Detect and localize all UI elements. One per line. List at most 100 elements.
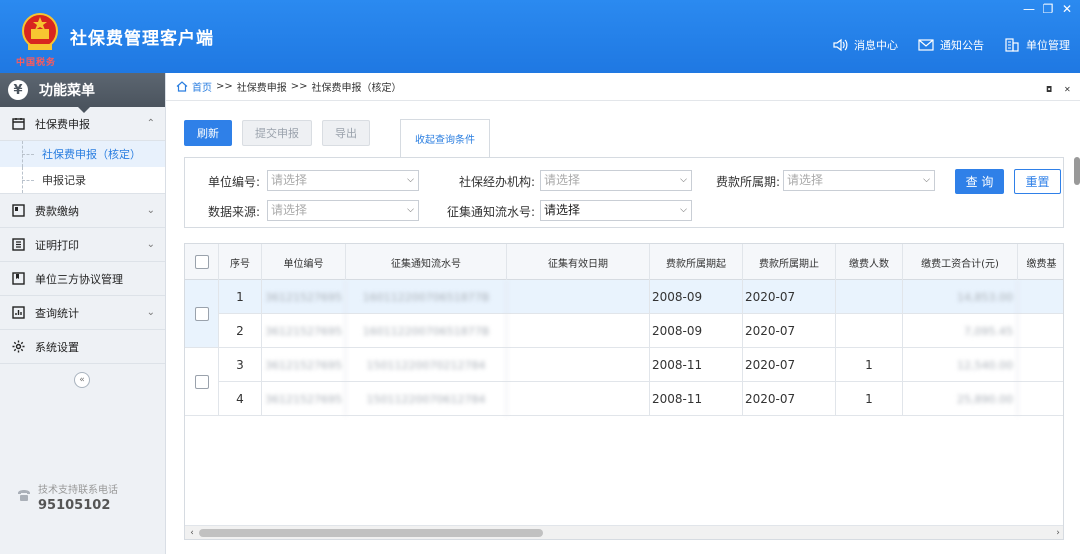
sidebar-item-declaration[interactable]: 社保费申报 ⌃ — [0, 107, 165, 141]
minimize-button[interactable]: — — [1020, 2, 1038, 18]
col-header[interactable]: 征集有效日期 — [507, 244, 650, 280]
col-header[interactable]: 缴费基 — [1018, 244, 1063, 280]
sidebar-item-label: 费款缴纳 — [35, 204, 79, 218]
unit-code-cell: 36121527695 — [262, 382, 346, 416]
chevron-down-icon: ⌄ — [146, 307, 155, 318]
query-panel: 单位编号: 请选择 ⌵ 社保经办机构: 请选择 ⌵ 费款所属期: 请选择 ⌵ 查 询 … — [184, 157, 1064, 228]
payer-count-cell: 1 — [836, 382, 903, 416]
col-header[interactable]: 缴费工资合计(元) — [903, 244, 1018, 280]
col-header[interactable]: 单位编号 — [262, 244, 346, 280]
period-end-cell: 2020-07 — [743, 314, 836, 348]
period-select[interactable]: 请选择 ⌵ — [783, 170, 935, 191]
table-row[interactable]: 3 36121527695 15011220070212784 2008-11 … — [219, 348, 1063, 382]
main-content: 首页 >> 社保费申报 >> 社保费申报（核定） ◘ ✕ 刷新 提交申报 导出 … — [166, 73, 1080, 554]
col-header[interactable]: 征集通知流水号 — [346, 244, 507, 280]
chevron-down-icon: ⌵ — [680, 175, 687, 185]
sidebar-collapse-button[interactable]: « — [74, 372, 90, 388]
notice-link[interactable]: 通知公告 — [918, 37, 984, 53]
sidebar-item-label: 查询统计 — [35, 306, 79, 320]
notice-label: 征集通知流水号: — [446, 205, 535, 219]
valid-date-cell — [507, 280, 650, 314]
sidebar-subitem-declaration-verified[interactable]: 社保费申报（核定） — [0, 141, 165, 167]
card-icon — [12, 204, 25, 217]
vertical-scrollbar-thumb[interactable] — [1074, 157, 1080, 185]
horizontal-scrollbar[interactable]: ‹ › — [185, 525, 1063, 539]
period-start-cell: 2008-11 — [650, 382, 743, 416]
app-title: 社保费管理客户端 — [70, 29, 214, 49]
row-number: 2 — [219, 314, 262, 348]
col-header[interactable]: 缴费人数 — [836, 244, 903, 280]
chevron-down-icon: ⌵ — [680, 205, 687, 215]
restore-panel-icon[interactable]: ◘ — [1046, 85, 1052, 94]
agency-select[interactable]: 请选择 ⌵ — [540, 170, 692, 191]
valid-date-cell — [507, 382, 650, 416]
emblem-caption: 中国税务 — [16, 58, 57, 68]
row-checkbox[interactable] — [194, 306, 209, 321]
submit-declaration-button[interactable]: 提交申报 — [242, 120, 312, 146]
breadcrumb-home[interactable]: 首页 — [176, 79, 212, 94]
notice-select[interactable]: 请选择 ⌵ — [540, 200, 692, 221]
message-center-link[interactable]: 消息中心 — [832, 37, 898, 53]
scroll-left-button[interactable]: ‹ — [185, 526, 199, 539]
support-info: 技术支持联系电话 95105102 — [16, 481, 118, 513]
breadcrumb-current: 社保费申报（核定） — [311, 83, 402, 94]
period-end-cell: 2020-07 — [743, 280, 836, 314]
unit-code-select[interactable]: 请选择 ⌵ — [267, 170, 419, 191]
row-number: 3 — [219, 348, 262, 382]
select-all-checkbox[interactable] — [194, 255, 209, 269]
sidebar-item-certificate[interactable]: 证明打印 ⌄ — [0, 228, 165, 262]
national-emblem-icon — [22, 13, 58, 50]
scrollbar-thumb[interactable] — [199, 529, 543, 537]
table-row[interactable]: 1 36121527695 16011220070651877B 2008-09… — [219, 280, 1063, 314]
wage-total-cell: 12,540.00 — [903, 348, 1018, 382]
chevron-down-icon: ⌄ — [146, 239, 155, 250]
unit-code-cell: 36121527695 — [262, 280, 346, 314]
base-cell — [1018, 314, 1063, 348]
chevron-down-icon: ⌵ — [923, 175, 930, 185]
sidebar-item-agreement[interactable]: 单位三方协议管理 — [0, 262, 165, 296]
close-panel-icon[interactable]: ✕ — [1064, 85, 1071, 94]
table-row[interactable]: 4 36121527695 15011220070612784 2008-11 … — [219, 382, 1063, 416]
breadcrumb-level1[interactable]: 社保费申报 — [237, 79, 287, 94]
sidebar-item-label: 证明打印 — [35, 238, 79, 252]
payer-count-cell — [836, 314, 903, 348]
col-header[interactable]: 费款所属期止 — [743, 244, 836, 280]
bookmark-icon — [12, 272, 25, 285]
document-icon — [12, 238, 25, 251]
query-button[interactable]: 查 询 — [955, 169, 1004, 194]
export-button[interactable]: 导出 — [322, 120, 370, 146]
collapse-query-tab[interactable]: 收起查询条件 — [400, 119, 490, 157]
payer-count-cell — [836, 280, 903, 314]
maximize-button[interactable]: ❐ — [1039, 2, 1057, 18]
unit-code-placeholder: 请选择 — [271, 173, 308, 187]
sidebar-subitem-declaration-records[interactable]: 申报记录 — [0, 167, 165, 193]
col-header[interactable]: 费款所属期起 — [650, 244, 743, 280]
mail-icon — [918, 39, 934, 51]
yen-icon: ¥ — [8, 80, 28, 100]
notice-no-cell: 15011220070212784 — [346, 348, 507, 382]
chevron-down-icon: ⌄ — [146, 205, 155, 216]
sidebar-item-payment[interactable]: 费款缴纳 ⌄ — [0, 194, 165, 228]
period-label: 费款所属期: — [715, 175, 780, 189]
table-row[interactable]: 2 36121527695 16011220070651877B 2008-09… — [219, 314, 1063, 348]
period-end-cell: 2020-07 — [743, 382, 836, 416]
row-checkbox[interactable] — [194, 374, 209, 389]
reset-button[interactable]: 重置 — [1014, 169, 1061, 194]
payer-count-cell: 1 — [836, 348, 903, 382]
base-cell — [1018, 348, 1063, 382]
scroll-right-button[interactable]: › — [1051, 526, 1063, 539]
sidebar-item-settings[interactable]: 系统设置 — [0, 330, 165, 364]
declaration-submenu: 社保费申报（核定） 申报记录 — [0, 141, 165, 194]
source-select[interactable]: 请选择 ⌵ — [267, 200, 419, 221]
unit-management-link[interactable]: 单位管理 — [1004, 37, 1070, 53]
message-center-label: 消息中心 — [854, 39, 898, 52]
sidebar-header: ¥ 功能菜单 — [0, 73, 165, 113]
breadcrumb-separator: >> — [290, 81, 308, 92]
sidebar-item-statistics[interactable]: 查询统计 ⌄ — [0, 296, 165, 330]
col-header[interactable]: 序号 — [219, 244, 262, 280]
close-button[interactable]: ✕ — [1058, 2, 1076, 18]
wage-total-cell: 7,095.45 — [903, 314, 1018, 348]
refresh-button[interactable]: 刷新 — [184, 120, 232, 146]
chevron-down-icon: ⌵ — [407, 175, 414, 185]
period-start-cell: 2008-09 — [650, 314, 743, 348]
